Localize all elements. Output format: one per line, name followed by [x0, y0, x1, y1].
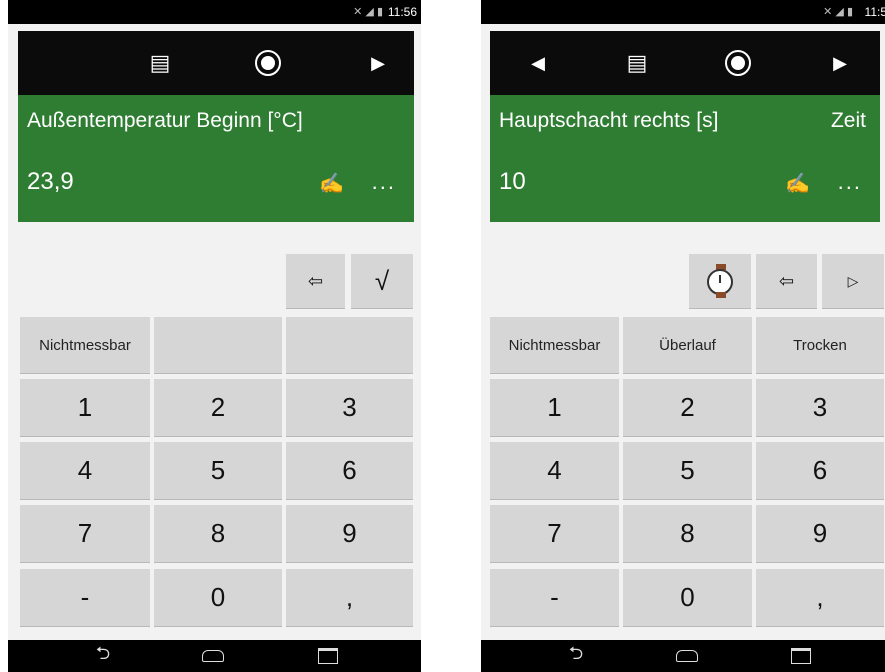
not-measurable-button[interactable]: Nicht messbar: [490, 317, 619, 374]
right-screen: ✕ ◢ ▮ 11:5 ◀ ▤ ▶ Hauptschacht rechts [s]…: [481, 0, 885, 672]
key-8[interactable]: 8: [623, 505, 752, 563]
mode-label[interactable]: Zeit: [831, 109, 866, 133]
key-minus[interactable]: -: [20, 569, 150, 627]
key-minus[interactable]: -: [490, 569, 619, 627]
key-0[interactable]: 0: [154, 569, 282, 627]
record-button[interactable]: [238, 31, 298, 95]
handwriting-icon[interactable]: ✍: [785, 171, 810, 196]
measurement-value[interactable]: 23,9: [27, 168, 74, 196]
stopwatch-icon: [707, 264, 733, 298]
status-time: 11:5: [864, 5, 885, 19]
overflow-button[interactable]: Überlauf: [623, 317, 752, 374]
key-0[interactable]: 0: [623, 569, 752, 627]
confirm-button[interactable]: √: [351, 254, 413, 309]
key-4[interactable]: 4: [490, 442, 619, 500]
stopwatch-button[interactable]: [689, 254, 751, 309]
record-icon: [725, 50, 751, 76]
key-9[interactable]: 9: [286, 505, 413, 563]
home-icon: [676, 650, 698, 662]
next-button[interactable]: ▶: [348, 31, 408, 95]
measurement-title: Hauptschacht rechts [s]: [499, 109, 719, 132]
list-icon[interactable]: ▤: [130, 31, 190, 95]
key-3[interactable]: 3: [286, 379, 413, 437]
status-bar: ✕ ◢ ▮ 11:5: [481, 0, 885, 24]
home-icon: [202, 650, 224, 662]
record-button[interactable]: [708, 31, 768, 95]
system-nav-bar: ⮌: [8, 640, 421, 672]
key-2[interactable]: 2: [154, 379, 282, 437]
key-5[interactable]: 5: [623, 442, 752, 500]
top-toolbar: ▤ ▶: [18, 31, 414, 95]
status-icons: ✕ ◢ ▮: [823, 6, 853, 18]
option-button-2[interactable]: [154, 317, 282, 374]
option-button-3[interactable]: [286, 317, 413, 374]
prev-button[interactable]: ◀: [508, 31, 568, 95]
measurement-value[interactable]: 10: [499, 168, 526, 196]
list-icon[interactable]: ▤: [607, 31, 667, 95]
measurement-panel: Hauptschacht rechts [s] Zeit 10 ✍ ...: [490, 95, 880, 222]
measurement-title: Außentemperatur Beginn [°C]: [27, 109, 303, 132]
record-icon: [255, 50, 281, 76]
back-icon[interactable]: ⮌: [556, 643, 596, 668]
key-4[interactable]: 4: [20, 442, 150, 500]
recent-apps-button[interactable]: [308, 644, 348, 668]
key-5[interactable]: 5: [154, 442, 282, 500]
home-button[interactable]: [193, 644, 233, 668]
back-icon[interactable]: ⮌: [83, 643, 123, 668]
key-6[interactable]: 6: [756, 442, 884, 500]
key-6[interactable]: 6: [286, 442, 413, 500]
status-icons: ✕ ◢ ▮: [353, 6, 383, 18]
dry-button[interactable]: Trocken: [756, 317, 884, 374]
not-measurable-button[interactable]: Nicht messbar: [20, 317, 150, 374]
more-button[interactable]: ...: [372, 169, 396, 195]
system-nav-bar: ⮌: [481, 640, 885, 672]
status-bar: ✕ ◢ ▮ 11:56: [8, 0, 421, 24]
backspace-button[interactable]: ⇦: [756, 254, 817, 309]
recent-apps-icon: [318, 648, 338, 664]
key-2[interactable]: 2: [623, 379, 752, 437]
recent-apps-icon: [791, 648, 811, 664]
next-button[interactable]: ▶: [810, 31, 870, 95]
key-1[interactable]: 1: [20, 379, 150, 437]
key-3[interactable]: 3: [756, 379, 884, 437]
key-8[interactable]: 8: [154, 505, 282, 563]
handwriting-icon[interactable]: ✍: [319, 171, 344, 196]
key-comma[interactable]: ,: [286, 569, 413, 627]
left-screen: ✕ ◢ ▮ 11:56 ▤ ▶ Außentemperatur Beginn […: [8, 0, 421, 672]
home-button[interactable]: [667, 644, 707, 668]
key-comma[interactable]: ,: [756, 569, 884, 627]
recent-apps-button[interactable]: [781, 644, 821, 668]
status-time: 11:56: [387, 5, 417, 19]
key-9[interactable]: 9: [756, 505, 884, 563]
top-toolbar: ◀ ▤ ▶: [490, 31, 880, 95]
backspace-button[interactable]: ⇦: [286, 254, 345, 309]
key-1[interactable]: 1: [490, 379, 619, 437]
more-button[interactable]: ...: [838, 169, 862, 195]
key-7[interactable]: 7: [20, 505, 150, 563]
key-7[interactable]: 7: [490, 505, 619, 563]
play-button[interactable]: ▷: [822, 254, 884, 309]
measurement-panel: Außentemperatur Beginn [°C] 23,9 ✍ ...: [18, 95, 414, 222]
